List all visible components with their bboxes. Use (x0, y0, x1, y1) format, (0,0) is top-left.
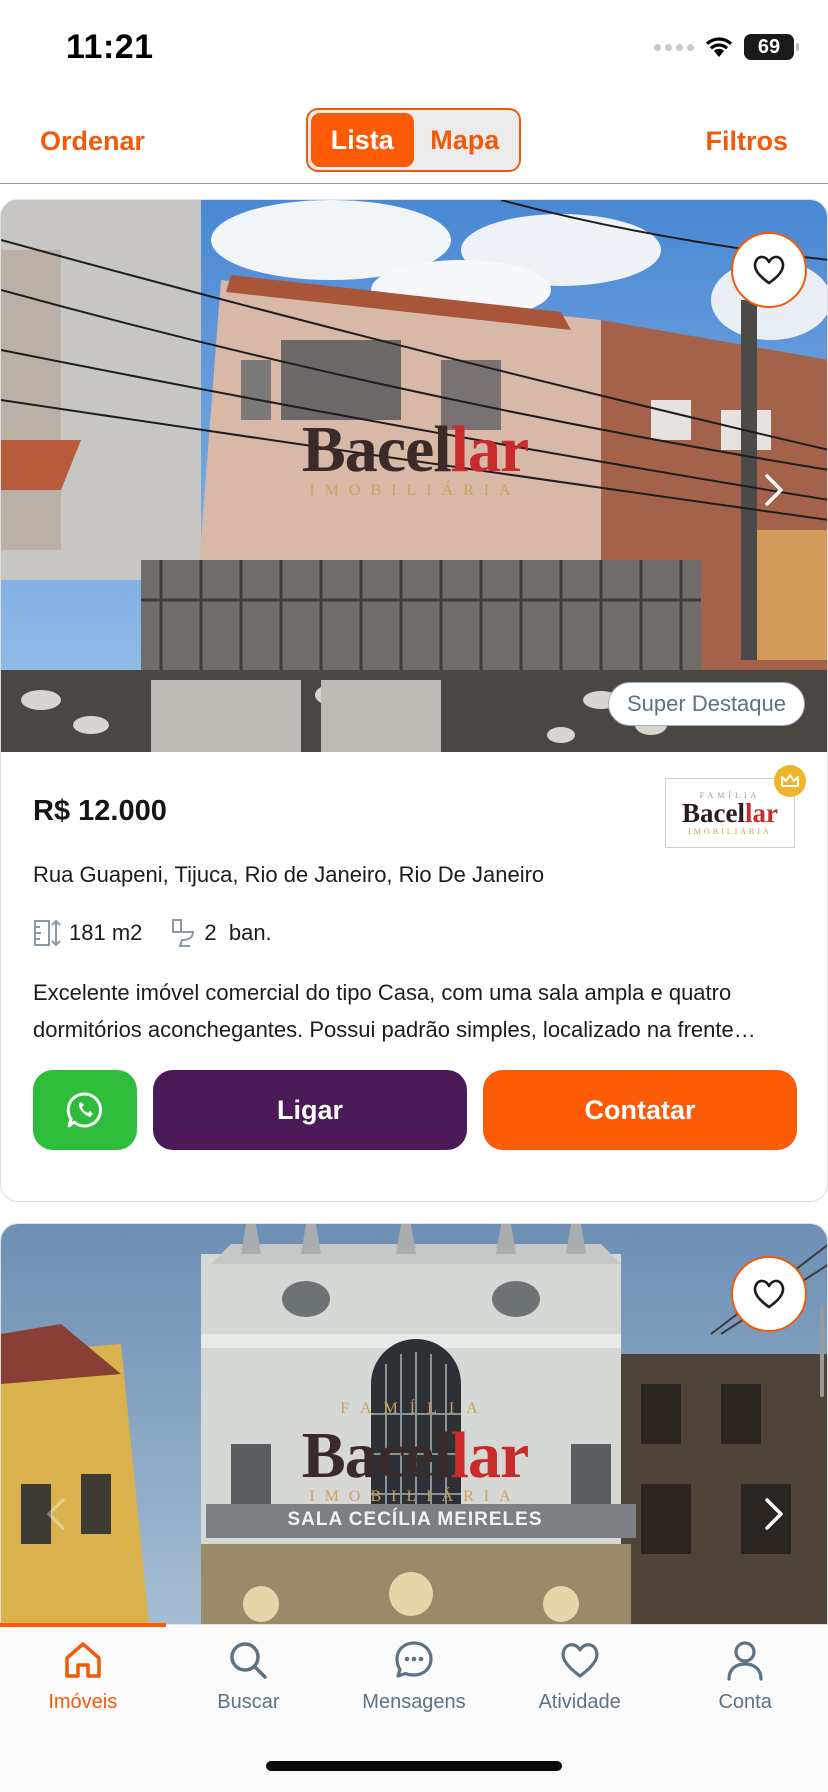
chat-bubble-icon (395, 1641, 433, 1678)
contact-button[interactable]: Contatar (483, 1070, 797, 1150)
area-feature: 181 m2 (33, 918, 142, 948)
watermark-subtitle: IMOBILIÁRIA (309, 482, 521, 499)
watermark-top: FAMÍLIA (340, 1400, 490, 1417)
status-bar: 11:21 69 (0, 0, 828, 96)
tab-label: Atividade (538, 1691, 621, 1713)
chevron-left-icon[interactable] (41, 1494, 71, 1534)
call-button[interactable]: Ligar (153, 1070, 467, 1150)
listing-address: Rua Guapeni, Tijuca, Rio de Janeiro, Rio… (33, 862, 545, 887)
search-icon (230, 1642, 268, 1679)
top-toolbar: Ordenar Lista Mapa Filtros (0, 96, 828, 184)
tab-label: Mensagens (362, 1691, 466, 1713)
tab-label: Buscar (217, 1691, 280, 1713)
tab-label: Conta (718, 1691, 772, 1713)
bathroom-value: 2 ban. (204, 920, 272, 945)
filters-button[interactable]: Filtros (705, 126, 788, 157)
area-icon (34, 919, 61, 947)
tab-messages[interactable]: Mensagens (331, 1639, 497, 1714)
agency-logo-name: Bacellar (682, 797, 778, 828)
whatsapp-button[interactable] (33, 1070, 137, 1150)
listing-photo[interactable]: FAMÍLIA Bacellar IMOBILIÁRIA SALA CECÍLI… (1, 1224, 827, 1625)
area-value: 181 m2 (69, 920, 143, 945)
battery-icon: 69 (744, 34, 799, 60)
cellular-signal-icon (654, 43, 694, 51)
status-time: 11:21 (66, 28, 154, 66)
home-indicator[interactable] (266, 1761, 562, 1771)
chevron-right-icon[interactable] (759, 470, 789, 510)
home-icon (65, 1642, 101, 1678)
chevron-right-icon[interactable] (759, 1494, 789, 1534)
view-toggle: Lista Mapa (306, 108, 521, 172)
listing-card[interactable]: Bacellar IMOBILIÁRIA Super Destaque R$ 1… (0, 199, 828, 1202)
agency-watermark: FAMÍLIA Bacellar IMOBILIÁRIA (1, 1400, 827, 1506)
listing-actions: Ligar Contatar (33, 1070, 797, 1150)
heart-icon (561, 1643, 599, 1678)
tab-properties[interactable]: Imóveis (0, 1639, 166, 1714)
listing-description: Excelente imóvel comercial do tipo Casa,… (33, 980, 756, 1042)
favorite-button[interactable] (731, 1256, 807, 1332)
bathroom-feature: 2 ban. (170, 918, 272, 948)
agency-logo-bottom: IMOBILIÁRIA (688, 826, 772, 836)
list-view-button[interactable]: Lista (311, 113, 414, 167)
listing-card[interactable]: FAMÍLIA Bacellar IMOBILIÁRIA SALA CECÍLI… (0, 1223, 828, 1625)
user-icon (727, 1641, 763, 1681)
toilet-icon (172, 919, 195, 947)
agency-watermark: Bacellar IMOBILIÁRIA (1, 412, 827, 500)
status-icons: 69 (654, 34, 799, 60)
sort-button[interactable]: Ordenar (40, 126, 145, 157)
heart-icon (753, 1279, 785, 1309)
listings-scroll[interactable]: Bacellar IMOBILIÁRIA Super Destaque R$ 1… (0, 185, 828, 1625)
super-highlight-badge: Super Destaque (608, 682, 805, 726)
map-view-button[interactable]: Mapa (414, 113, 517, 167)
heart-icon (753, 255, 785, 285)
whatsapp-icon (66, 1092, 103, 1128)
watermark-subtitle: IMOBILIÁRIA (309, 1488, 521, 1505)
listing-features: 181 m2 2 ban. (33, 918, 272, 948)
scroll-indicator[interactable] (820, 1305, 824, 1397)
active-tab-indicator (0, 1623, 166, 1627)
watermark-name: Bacellar (301, 1419, 530, 1492)
agency-logo[interactable]: FAMÍLIA Bacellar IMOBILIÁRIA (665, 765, 806, 848)
favorite-button[interactable] (731, 232, 807, 308)
tab-label: Imóveis (48, 1691, 118, 1713)
listing-photo[interactable]: Bacellar IMOBILIÁRIA Super Destaque (1, 200, 827, 752)
listing-price: R$ 12.000 (33, 795, 167, 827)
tab-account[interactable]: Conta (662, 1639, 828, 1714)
wifi-icon (706, 37, 732, 57)
theater-sign: SALA CECÍLIA MEIRELES (287, 1509, 543, 1530)
crown-icon (774, 765, 806, 797)
tab-search[interactable]: Buscar (166, 1639, 332, 1714)
tab-activity[interactable]: Atividade (497, 1639, 663, 1714)
watermark-name: Bacellar (301, 413, 530, 486)
